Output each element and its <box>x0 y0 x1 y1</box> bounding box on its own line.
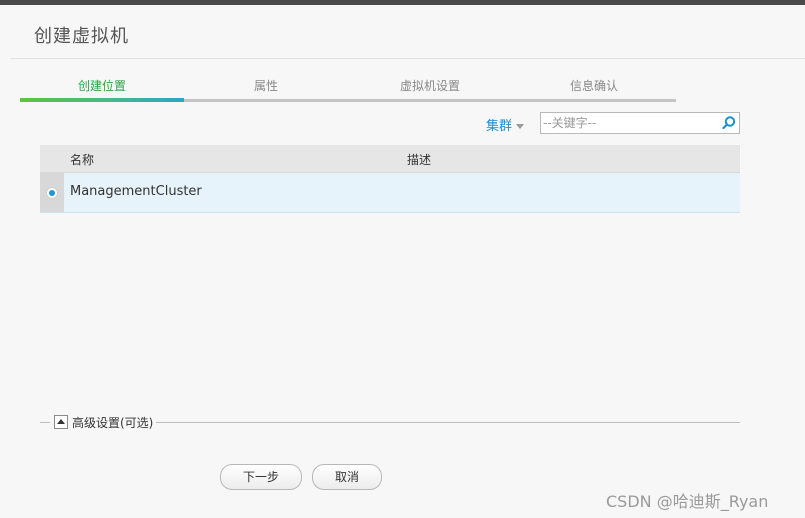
step-properties[interactable]: 属性 <box>184 78 348 102</box>
table-row[interactable]: ManagementCluster <box>40 173 740 213</box>
step-progress-bar <box>348 99 512 102</box>
filter-dropdown[interactable]: 集群 <box>486 115 525 134</box>
advanced-settings-label[interactable]: 高级设置(可选) <box>72 414 153 431</box>
column-header-description: 描述 <box>407 153 432 167</box>
step-progress-bar <box>184 99 348 102</box>
search-box <box>540 112 740 134</box>
divider <box>40 422 50 423</box>
search-icon[interactable] <box>721 115 737 131</box>
step-label: 虚拟机设置 <box>399 79 460 93</box>
step-create-location[interactable]: 创建位置 <box>20 78 184 102</box>
title-divider <box>10 58 805 59</box>
wizard-steps: 创建位置 属性 虚拟机设置 信息确认 <box>20 78 676 102</box>
next-button[interactable]: 下一步 <box>220 464 302 490</box>
chevron-down-icon <box>516 124 525 129</box>
row-select-cell[interactable] <box>40 173 64 212</box>
step-progress-bar <box>512 99 676 102</box>
step-confirm[interactable]: 信息确认 <box>512 78 676 102</box>
cell-name: ManagementCluster <box>70 184 202 199</box>
cancel-button[interactable]: 取消 <box>312 464 382 490</box>
step-label: 信息确认 <box>569 79 618 93</box>
step-vm-settings[interactable]: 虚拟机设置 <box>348 78 512 102</box>
window-top-bar <box>0 0 805 5</box>
step-progress-bar <box>20 98 184 102</box>
column-header-name: 名称 <box>70 153 95 167</box>
step-label: 创建位置 <box>77 79 126 93</box>
step-label: 属性 <box>253 79 278 93</box>
caret-up-icon[interactable] <box>54 415 68 429</box>
watermark: CSDN @哈迪斯_Ryan <box>606 492 769 511</box>
divider <box>156 422 740 423</box>
search-input[interactable] <box>541 113 719 133</box>
filter-label: 集群 <box>486 119 513 134</box>
table-header: 名称 描述 <box>40 145 740 173</box>
advanced-settings-section: 高级设置(可选) <box>40 413 740 431</box>
cluster-table: 名称 描述 ManagementCluster <box>40 145 740 213</box>
dialog-title: 创建虚拟机 <box>34 26 129 47</box>
radio-selected-icon[interactable] <box>46 187 58 199</box>
